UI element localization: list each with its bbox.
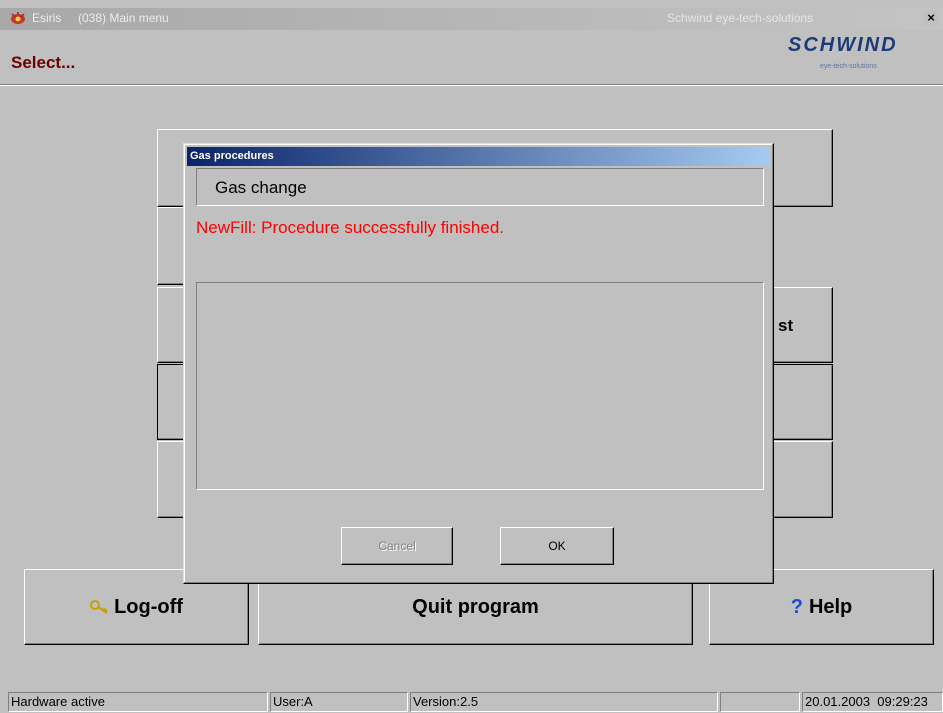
schwind-logo: SCHWIND eye-tech-solutions — [780, 34, 920, 82]
gas-procedures-dialog: Gas procedures Gas change NewFill: Proce… — [183, 143, 774, 584]
status-user: User:A — [270, 692, 408, 712]
status-version: Version:2.5 — [410, 692, 718, 712]
status-empty — [720, 692, 800, 712]
statusbar: Hardware active User:A Version:2.5 20.01… — [0, 692, 943, 713]
quit-program-label: Quit program — [412, 595, 539, 618]
key-icon — [90, 600, 108, 614]
gas-change-panel: Gas change — [196, 168, 764, 206]
header: Select... SCHWIND eye-tech-solutions — [0, 30, 943, 85]
dialog-title: Gas procedures — [190, 150, 274, 162]
ok-button[interactable]: OK — [500, 527, 614, 565]
window-vendor: Schwind eye-tech-solutions — [667, 11, 814, 25]
status-message: NewFill: Procedure successfully finished… — [196, 218, 505, 237]
cancel-button: Cancel — [341, 527, 453, 565]
close-button[interactable]: × — [923, 10, 939, 26]
help-label: Help — [808, 595, 853, 618]
window-title: Esiris (038) Main menu — [32, 11, 169, 25]
menu-button-3-label: st — [778, 316, 794, 335]
status-hardware: Hardware active — [8, 692, 268, 712]
logo-text: SCHWIND — [788, 34, 898, 56]
logo-tagline: eye-tech-solutions — [820, 63, 877, 70]
dialog-titlebar[interactable]: Gas procedures — [187, 147, 770, 166]
eye-logo-icon — [11, 12, 25, 24]
logoff-label: Log-off — [114, 595, 183, 618]
select-prompt: Select... — [11, 53, 76, 72]
window-titlebar: Esiris (038) Main menu Schwind eye-tech-… — [0, 8, 943, 30]
question-mark-icon: ? — [790, 595, 803, 618]
log-area — [196, 282, 764, 490]
gas-change-label: Gas change — [215, 178, 307, 197]
status-datetime: 20.01.2003 09:29:23 — [802, 692, 943, 712]
